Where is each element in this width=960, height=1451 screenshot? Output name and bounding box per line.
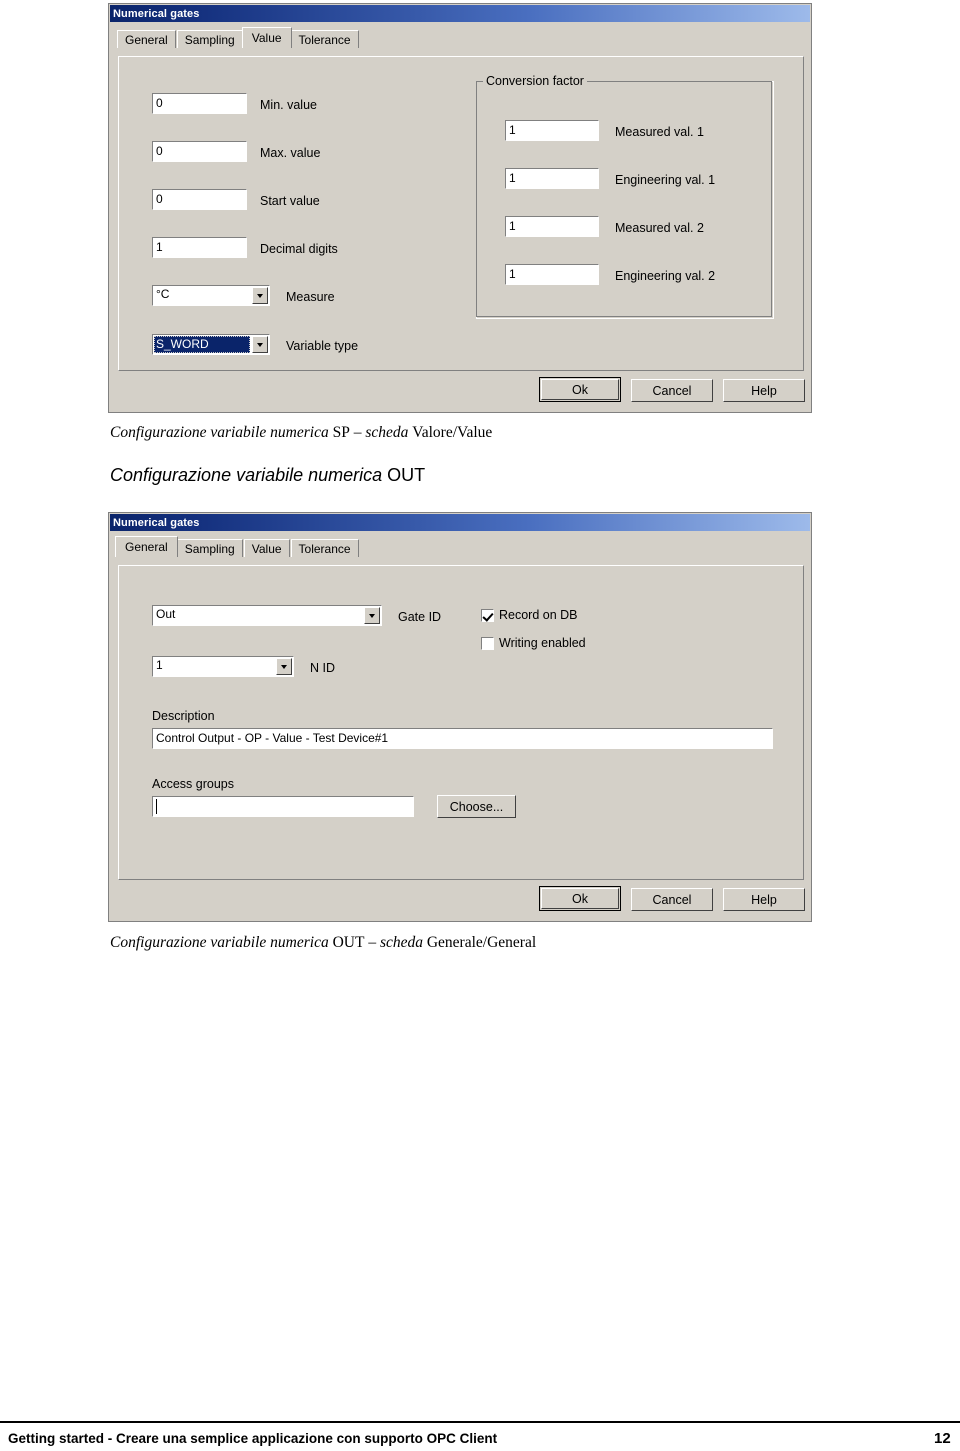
- help-button[interactable]: Help: [723, 888, 805, 911]
- chevron-down-icon[interactable]: [252, 336, 268, 353]
- tabstrip: General Sampling Value Tolerance: [115, 536, 811, 557]
- access-groups-label: Access groups: [152, 777, 234, 791]
- description-input[interactable]: Control Output - OP - Value - Test Devic…: [152, 728, 773, 749]
- help-button[interactable]: Help: [723, 379, 805, 402]
- conversion-factor-title: Conversion factor: [483, 74, 587, 88]
- heading-italic-part: Configurazione variabile numerica: [110, 465, 388, 485]
- max-value-label: Max. value: [260, 146, 321, 160]
- checkbox-checked-icon[interactable]: [481, 608, 494, 622]
- titlebar: Numerical gates: [110, 514, 810, 531]
- start-value-input[interactable]: 0: [152, 189, 247, 210]
- min-value-label: Min. value: [260, 98, 317, 112]
- max-value-input[interactable]: 0: [152, 141, 247, 162]
- gate-id-combo-value: Out: [156, 607, 176, 621]
- tabstrip: General Sampling Value Tolerance: [117, 27, 811, 48]
- choose-button[interactable]: Choose...: [437, 795, 516, 818]
- tab-value[interactable]: Value: [241, 27, 292, 48]
- chevron-down-icon[interactable]: [276, 658, 292, 675]
- n-id-combo[interactable]: 1: [152, 656, 294, 677]
- tab-sampling[interactable]: Sampling: [176, 539, 243, 557]
- footer-title: Getting started - Creare una semplice ap…: [8, 1431, 498, 1446]
- engineering-val-1-label: Engineering val. 1: [615, 173, 716, 187]
- caption-general-scheda: scheda: [379, 934, 427, 951]
- measure-label: Measure: [286, 290, 335, 304]
- gate-id-combo[interactable]: Out: [152, 605, 382, 626]
- caption-general-tab: Configurazione variabile numerica OUT – …: [110, 934, 536, 952]
- caption-value-dash: –: [349, 424, 366, 441]
- measure-combo-value: °C: [156, 287, 170, 301]
- min-value-input[interactable]: 0: [152, 93, 247, 114]
- start-value-label: Start value: [260, 194, 320, 208]
- tab-tolerance[interactable]: Tolerance: [290, 539, 359, 557]
- footer-page-number: 12: [934, 1430, 951, 1447]
- ok-button-label: Ok: [541, 888, 619, 909]
- ok-button[interactable]: Ok: [539, 886, 621, 911]
- tab-tolerance[interactable]: Tolerance: [290, 30, 359, 48]
- caption-value-italic: Configurazione variabile numerica: [110, 424, 333, 441]
- caption-value-scheda: scheda: [365, 424, 413, 441]
- n-id-combo-value: 1: [156, 658, 163, 672]
- gate-id-label: Gate ID: [398, 610, 442, 624]
- engineering-val-2-input[interactable]: 1: [505, 264, 599, 285]
- measured-val-1-input[interactable]: 1: [505, 120, 599, 141]
- text-caret: [156, 799, 157, 814]
- cancel-button[interactable]: Cancel: [631, 379, 713, 402]
- heading-upright-part: OUT: [387, 465, 426, 485]
- decimal-digits-label: Decimal digits: [260, 242, 338, 256]
- variable-type-label: Variable type: [286, 339, 359, 353]
- access-groups-input[interactable]: [152, 796, 414, 817]
- measured-val-2-input[interactable]: 1: [505, 216, 599, 237]
- writing-enabled-label: Writing enabled: [499, 636, 586, 650]
- tab-general[interactable]: General: [117, 30, 176, 48]
- measured-val-1-label: Measured val. 1: [615, 125, 704, 139]
- engineering-val-1-input[interactable]: 1: [505, 168, 599, 189]
- record-on-db-checkbox[interactable]: Record on DB: [481, 608, 578, 622]
- caption-general-dash: –: [364, 934, 380, 951]
- ok-button-label: Ok: [541, 379, 619, 400]
- variable-type-combo-value: S_WORD: [154, 336, 250, 353]
- tab-value[interactable]: Value: [243, 539, 290, 557]
- measured-val-2-label: Measured val. 2: [615, 221, 704, 235]
- section-heading-out: Configurazione variabile numerica OUT: [110, 465, 425, 486]
- conversion-factor-group: Conversion factor 1 Measured val. 1 1 En…: [476, 74, 774, 319]
- checkbox-unchecked-icon[interactable]: [481, 636, 494, 650]
- ok-button[interactable]: Ok: [539, 377, 621, 402]
- caption-value-sp: SP: [332, 424, 350, 441]
- caption-general-tabname: Generale/General: [426, 934, 537, 951]
- window-title: Numerical gates: [113, 7, 200, 20]
- caption-general-out: OUT: [332, 934, 365, 951]
- tab-panel-value: 0 Min. value 0 Max. value 0 Start value …: [118, 56, 804, 371]
- measure-combo[interactable]: °C: [152, 285, 270, 306]
- chevron-down-icon[interactable]: [252, 287, 268, 304]
- caption-general-italic: Configurazione variabile numerica: [110, 934, 333, 951]
- description-label: Description: [152, 709, 215, 723]
- engineering-val-2-label: Engineering val. 2: [615, 269, 716, 283]
- caption-value-tabname: Valore/Value: [412, 424, 493, 441]
- tab-general[interactable]: General: [115, 536, 178, 557]
- variable-type-combo[interactable]: S_WORD: [152, 334, 270, 355]
- record-on-db-label: Record on DB: [499, 608, 578, 622]
- caption-value-tab: Configurazione variabile numerica SP – s…: [110, 424, 492, 442]
- tab-panel-general: Out Gate ID Record on DB Writing enabled…: [118, 565, 804, 880]
- tab-sampling[interactable]: Sampling: [176, 30, 243, 48]
- window-title: Numerical gates: [113, 516, 200, 529]
- chevron-down-icon[interactable]: [364, 607, 380, 624]
- footer-divider: [0, 1421, 960, 1423]
- numerical-gates-dialog-value: Numerical gates General Sampling Value T…: [108, 3, 812, 413]
- writing-enabled-checkbox[interactable]: Writing enabled: [481, 636, 586, 650]
- decimal-digits-input[interactable]: 1: [152, 237, 247, 258]
- titlebar: Numerical gates: [110, 5, 810, 22]
- cancel-button[interactable]: Cancel: [631, 888, 713, 911]
- numerical-gates-dialog-general: Numerical gates General Sampling Value T…: [108, 512, 812, 922]
- n-id-label: N ID: [310, 661, 335, 675]
